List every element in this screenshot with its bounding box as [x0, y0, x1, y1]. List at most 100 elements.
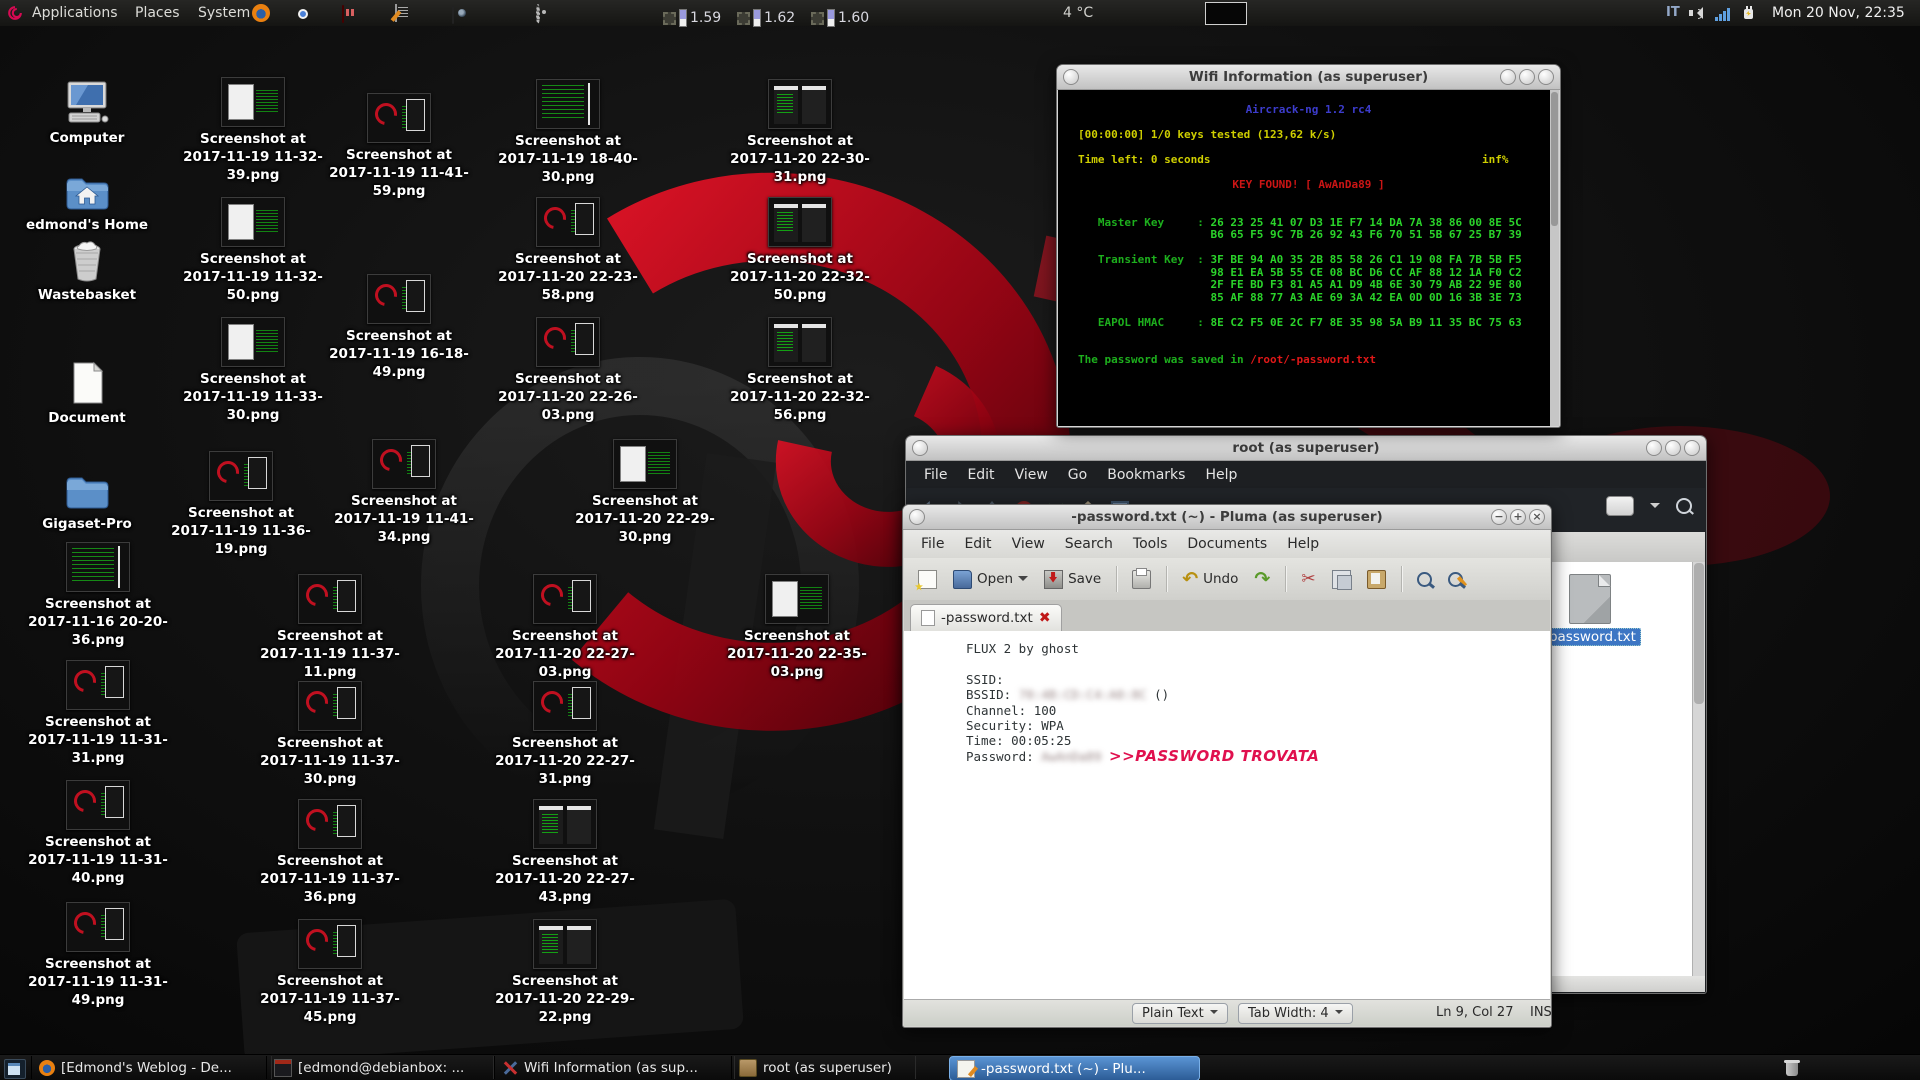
paste-button[interactable] — [1363, 567, 1390, 592]
desktop-icon-screenshot[interactable]: Screenshot at 2017-11-20 22-27- 03.png — [490, 574, 640, 681]
open-dropdown-icon[interactable] — [1018, 576, 1029, 586]
desktop-icon-screenshot[interactable]: Screenshot at 2017-11-19 11-32- 50.png — [178, 197, 328, 304]
new-document-button[interactable] — [914, 567, 941, 592]
desktop-icon-screenshot[interactable]: Screenshot at 2017-11-19 16-18- 49.png — [324, 274, 474, 381]
clock[interactable]: Mon 20 Nov, 22:35 — [1772, 0, 1905, 26]
taskbar-button-3[interactable]: Wifi Information (as sup... — [494, 1056, 735, 1079]
desktop-icon-screenshot[interactable]: Screenshot at 2017-11-19 11-41- 59.png — [324, 93, 474, 200]
zoom-level-button[interactable] — [1606, 496, 1634, 516]
pluma-menu-help[interactable]: Help — [1278, 534, 1328, 554]
print-button[interactable] — [1128, 567, 1155, 592]
desktop-icon-screenshot[interactable]: Screenshot at 2017-11-19 11-31- 40.png — [23, 780, 173, 887]
desktop-icon-screenshot[interactable]: Screenshot at 2017-11-20 22-27- 31.png — [490, 681, 640, 788]
search-icon[interactable] — [1676, 498, 1692, 514]
desktop-icon-screenshot[interactable]: Screenshot at 2017-11-19 11-32- 39.png — [178, 77, 328, 184]
desktop-icon-screenshot[interactable]: Screenshot at 2017-11-20 22-27- 43.png — [490, 799, 640, 906]
desktop-icon-screenshot[interactable]: Screenshot at 2017-11-20 22-32- 50.png — [725, 197, 875, 304]
weather-temperature[interactable]: 4 °C — [1063, 0, 1093, 26]
undo-button[interactable]: ↶ Undo — [1178, 568, 1242, 591]
find-button[interactable] — [1413, 569, 1436, 590]
minimize-button[interactable] — [1646, 440, 1662, 456]
open-button[interactable]: Open — [949, 567, 1032, 592]
desktop-icon-home[interactable]: edmond's Home — [12, 163, 162, 234]
desktop-icon-screenshot[interactable]: Screenshot at 2017-11-19 11-37- 30.png — [255, 681, 405, 788]
firefox-launcher-icon[interactable] — [252, 4, 270, 22]
desktop-icon-screenshot[interactable]: Screenshot at 2017-11-19 18-40- 30.png — [493, 79, 643, 186]
cut-button[interactable]: ✂ — [1297, 568, 1319, 591]
maximize-button[interactable] — [1665, 440, 1681, 456]
wifi-window-titlebar[interactable]: Wifi Information (as superuser) — [1057, 65, 1560, 90]
network-signal-icon[interactable] — [1715, 6, 1731, 21]
pluma-menu-file[interactable]: File — [912, 534, 953, 554]
power-plug-icon[interactable] — [1741, 5, 1757, 21]
pluma-titlebar[interactable]: -password.txt (~) - Pluma (as superuser)… — [903, 505, 1551, 530]
desktop-icon-screenshot[interactable]: Screenshot at 2017-11-19 11-31- 31.png — [23, 660, 173, 767]
desktop-icon-gigaset-pro[interactable]: Gigaset-Pro — [12, 462, 162, 533]
desktop-icon-computer[interactable]: Computer — [12, 76, 162, 147]
desktop-icon-screenshot[interactable]: Screenshot at 2017-11-20 22-30- 31.png — [725, 79, 875, 186]
maximize-button[interactable]: + — [1510, 509, 1526, 525]
taskbar-button-4[interactable]: root (as superuser) — [731, 1056, 916, 1079]
desktop-icon-screenshot[interactable]: Screenshot at 2017-11-16 20-20- 36.png — [23, 542, 173, 649]
taskbar-button-5[interactable]: -password.txt (~) - Plu... — [949, 1056, 1200, 1080]
pluma-menu-edit[interactable]: Edit — [955, 534, 1000, 554]
desktop-icon-screenshot[interactable]: Screenshot at 2017-11-20 22-29- 22.png — [490, 919, 640, 1026]
volume-icon[interactable] — [1689, 7, 1703, 19]
screenshot-launcher-icon[interactable] — [452, 6, 454, 24]
terminal-scrollbar[interactable] — [1550, 90, 1559, 426]
desktop-icon-screenshot[interactable]: Screenshot at 2017-11-19 11-37- 45.png — [255, 919, 405, 1026]
desktop-icon-screenshot[interactable]: Screenshot at 2017-11-20 22-35- 03.png — [722, 574, 872, 681]
desktop-icon-screenshot[interactable]: Screenshot at 2017-11-20 22-23- 58.png — [493, 197, 643, 304]
close-button[interactable] — [1684, 440, 1700, 456]
desktop-icon-document[interactable]: Document — [12, 356, 162, 427]
desktop-icon-screenshot[interactable]: Screenshot at 2017-11-20 22-32- 56.png — [725, 317, 875, 424]
desktop-icon-screenshot[interactable]: Screenshot at 2017-11-19 11-37- 11.png — [255, 574, 405, 681]
tab-width-selector[interactable]: Tab Width: 4 — [1238, 1003, 1353, 1024]
fm-menu-view[interactable]: View — [1006, 465, 1057, 485]
desktop-icon-wastebasket[interactable]: Wastebasket — [12, 233, 162, 304]
tab-password-txt[interactable]: -password.txt ✖ — [910, 604, 1062, 631]
pluma-menu-documents[interactable]: Documents — [1178, 534, 1276, 554]
language-selector[interactable]: Plain Text — [1132, 1003, 1228, 1024]
debian-menu-icon[interactable] — [6, 4, 24, 22]
cpu-freq-applet-1[interactable]: 1.59 — [663, 5, 721, 31]
save-button[interactable]: Save — [1040, 567, 1105, 592]
desktop-icon-screenshot[interactable]: Screenshot at 2017-11-19 11-41- 34.png — [329, 439, 479, 546]
cpu-freq-applet-2[interactable]: 1.62 — [737, 5, 795, 31]
copy-button[interactable] — [1328, 567, 1355, 592]
pluma-text-area[interactable]: FLUX 2 by ghost SSID: BSSID: 70:4B:CD:C4… — [904, 631, 1550, 1000]
replace-button[interactable] — [1444, 569, 1467, 590]
close-button[interactable] — [1538, 69, 1554, 85]
fm-menu-file[interactable]: File — [915, 465, 956, 485]
pluma-menu-search[interactable]: Search — [1056, 534, 1122, 554]
pluma-menu-tools[interactable]: Tools — [1124, 534, 1177, 554]
desktop-icon-screenshot[interactable]: Screenshot at 2017-11-20 22-29- 30.png — [570, 439, 720, 546]
redo-button[interactable]: ↷ — [1250, 568, 1274, 591]
desktop-icon-screenshot[interactable]: Screenshot at 2017-11-19 11-37- 36.png — [255, 799, 405, 906]
desktop-icon-screenshot[interactable]: Screenshot at 2017-11-19 11-33- 30.png — [178, 317, 328, 424]
system-monitor-icon[interactable] — [536, 4, 540, 24]
menu-applications[interactable]: Applications — [30, 0, 120, 26]
desktop-icon-screenshot[interactable]: Screenshot at 2017-11-19 11-31- 49.png — [23, 902, 173, 1009]
minimize-button[interactable] — [1500, 69, 1516, 85]
pluma-menu-view[interactable]: View — [1003, 534, 1054, 554]
menu-system[interactable]: System — [196, 0, 252, 26]
fm-menu-help[interactable]: Help — [1196, 465, 1246, 485]
package-launcher-icon[interactable] — [342, 5, 344, 23]
view-selector-chevron-icon[interactable] — [1650, 503, 1660, 513]
close-button[interactable]: × — [1529, 509, 1545, 525]
desktop-icon-screenshot[interactable]: Screenshot at 2017-11-20 22-26- 03.png — [493, 317, 643, 424]
fm-menu-edit[interactable]: Edit — [958, 465, 1003, 485]
tab-close-icon[interactable]: ✖ — [1039, 610, 1051, 626]
fm-menu-bookmarks[interactable]: Bookmarks — [1098, 465, 1194, 485]
desktop-icon-screenshot[interactable]: Screenshot at 2017-11-19 11-36- 19.png — [166, 451, 316, 558]
show-desktop-button[interactable] — [4, 1059, 26, 1079]
maximize-button[interactable] — [1519, 69, 1535, 85]
cpu-freq-applet-3[interactable]: 1.60 — [811, 5, 869, 31]
menu-places[interactable]: Places — [133, 0, 182, 26]
trash-applet-icon[interactable] — [1784, 1059, 1800, 1077]
keyboard-layout-indicator[interactable]: IT — [1666, 0, 1680, 26]
taskbar-button-1[interactable]: [Edmond's Weblog - De... — [31, 1056, 272, 1079]
fm-scrollbar[interactable] — [1692, 562, 1705, 976]
minimize-button[interactable]: − — [1491, 509, 1507, 525]
